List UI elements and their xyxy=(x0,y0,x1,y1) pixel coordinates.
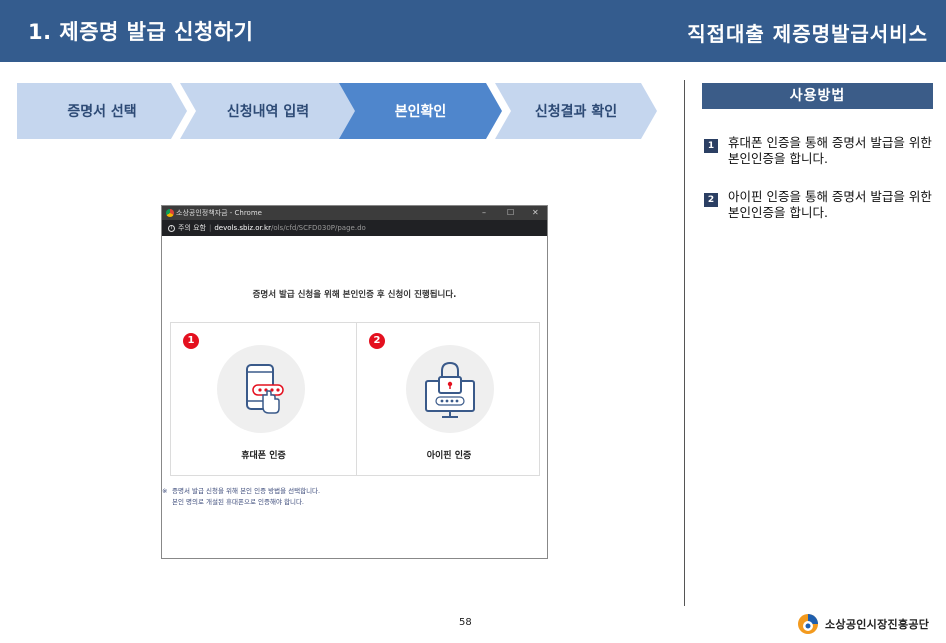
lock-monitor-icon xyxy=(425,361,475,418)
usage-item-2: 2 아이핀 인증을 통해 증명서 발급을 위한 본인인증을 합니다. xyxy=(704,189,936,221)
info-icon[interactable]: i xyxy=(168,224,175,232)
maximize-button[interactable]: ☐ xyxy=(507,206,514,220)
browser-window: 소상공인정책자금 - Chrome – ☐ ✕ i 주의 요함 | devols.sb… xyxy=(161,205,548,559)
auth-options: 1 휴대폰 인증 2 아이핀 인증 xyxy=(170,322,540,476)
step-1: 증명서 선택 xyxy=(17,83,187,139)
note-mark: ※ xyxy=(162,487,168,495)
usage-item-1: 1 휴대폰 인증을 통해 증명서 발급을 위한 본인인증을 합니다. xyxy=(704,135,936,167)
usage-title: 사용방법 xyxy=(702,83,933,109)
address-host: devols.sbiz.or.kr xyxy=(214,224,271,232)
org-logo-icon xyxy=(796,612,820,636)
step-1-label: 증명서 선택 xyxy=(67,104,137,120)
note-line-2: 본인 명의로 개설된 휴대폰으로 인증해야 합니다. xyxy=(172,498,304,506)
usage-number-badge: 2 xyxy=(704,193,718,207)
org-logo: 소상공인시장진흥공단 xyxy=(796,612,929,636)
header-bar: 1. 제증명 발급 신청하기 직접대출 제증명발급서비스 xyxy=(0,0,946,62)
smartphone-icon xyxy=(246,364,284,414)
phone-auth-label: 휴대폰 인증 xyxy=(241,451,286,461)
usage-number-badge: 1 xyxy=(704,139,718,153)
ipin-auth-option[interactable]: 2 아이핀 인증 xyxy=(356,323,541,475)
number-badge: 2 xyxy=(369,333,385,349)
vertical-divider xyxy=(684,80,685,606)
browser-content: 증명서 발급 신청을 위해 본인인증 후 신청이 진행됩니다. 1 휴대폰 인증… xyxy=(162,236,547,558)
step-indicator: 증명서 선택 신청내역 입력 본인확인 신청결과 확인 xyxy=(17,83,657,139)
window-title: 소상공인정책자금 - Chrome xyxy=(176,209,262,217)
step-2-label: 신청내역 입력 xyxy=(226,104,310,120)
ipin-auth-label: 아이핀 인증 xyxy=(426,451,472,461)
security-warning: 주의 요함 xyxy=(178,224,206,232)
ipin-icon-circle xyxy=(406,345,494,433)
number-badge: 1 xyxy=(183,333,199,349)
address-bar[interactable]: i 주의 요함 | devols.sbiz.or.kr/ols/cfd/SCFD030… xyxy=(162,220,547,236)
chrome-icon xyxy=(166,209,174,217)
note-line-1: 증명서 발급 신청을 위해 본인 인증 방법을 선택합니다. xyxy=(172,487,321,495)
step-2: 신청내역 입력 xyxy=(180,83,356,139)
phone-auth-option[interactable]: 1 휴대폰 인증 xyxy=(171,323,356,475)
step-3-active: 본인확인 xyxy=(339,83,502,139)
auth-heading: 증명서 발급 신청을 위해 본인인증 후 신청이 진행됩니다. xyxy=(252,290,457,300)
browser-titlebar: 소상공인정책자금 - Chrome – ☐ ✕ xyxy=(162,206,547,220)
org-name: 소상공인시장진흥공단 xyxy=(825,618,930,631)
step-4-label: 신청결과 확인 xyxy=(534,104,618,120)
service-title: 직접대출 제증명발급서비스 xyxy=(687,22,928,46)
address-path: /ols/cfd/SCFD030P/page.do xyxy=(270,224,366,232)
page-title: 1. 제증명 발급 신청하기 xyxy=(28,20,254,44)
phone-icon-circle xyxy=(217,345,305,433)
page-number: 58 xyxy=(459,617,472,628)
minimize-button[interactable]: – xyxy=(482,206,486,220)
usage-item-text: 아이핀 인증을 통해 증명서 발급을 위한 본인인증을 합니다. xyxy=(728,189,932,220)
address-separator: | xyxy=(209,224,212,232)
step-3-label: 본인확인 xyxy=(394,104,447,120)
usage-item-text: 휴대폰 인증을 통해 증명서 발급을 위한 본인인증을 합니다. xyxy=(728,135,932,166)
step-4: 신청결과 확인 xyxy=(495,83,657,139)
close-button[interactable]: ✕ xyxy=(532,206,539,220)
